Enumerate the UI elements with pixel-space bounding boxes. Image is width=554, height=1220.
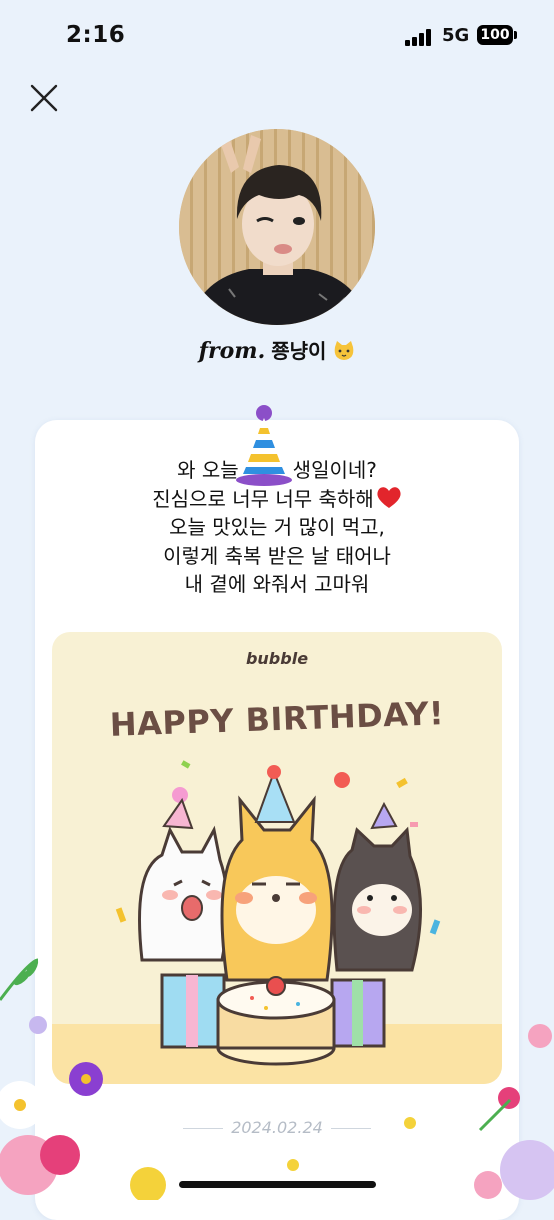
message-line: 이렇게 축복 받은 날 태어나 — [163, 543, 391, 568]
battery-icon: 100 — [477, 25, 517, 45]
sender-line: from. 쭁냥이 — [0, 335, 554, 364]
heart-icon — [377, 486, 401, 508]
letter-date: 2024.02.24 — [231, 1118, 323, 1137]
home-indicator[interactable] — [179, 1181, 376, 1188]
cat-face-icon — [335, 341, 354, 360]
message-line: 진심으로 너무 너무 축하해 — [152, 486, 374, 511]
letter-message: 와 오늘 생일이네? 진심으로 너무 너무 축하해 오늘 맛있는 거 많이 먹고,… — [35, 456, 519, 599]
flowers-decoration — [0, 958, 554, 1200]
brand-logo: bubble — [245, 649, 309, 668]
sender-avatar — [179, 129, 375, 325]
status-bar: 2:16 5G 100 — [0, 0, 554, 70]
network-type: 5G — [442, 25, 470, 46]
message-line: 오늘 맛있는 거 많이 먹고, — [169, 515, 385, 539]
sender-name: 쭁냥이 — [271, 339, 327, 363]
close-icon — [30, 84, 58, 112]
from-label: from. — [198, 338, 266, 364]
cellular-signal-icon — [405, 29, 435, 46]
message-line: 와 오늘 — [177, 458, 239, 482]
close-button[interactable] — [28, 82, 60, 114]
letter-date-row: 2024.02.24 — [0, 1118, 554, 1137]
message-line: 내 곁에 와줘서 고마워 — [184, 572, 370, 596]
status-time: 2:16 — [66, 22, 126, 48]
message-line: 생일이네? — [292, 458, 377, 482]
